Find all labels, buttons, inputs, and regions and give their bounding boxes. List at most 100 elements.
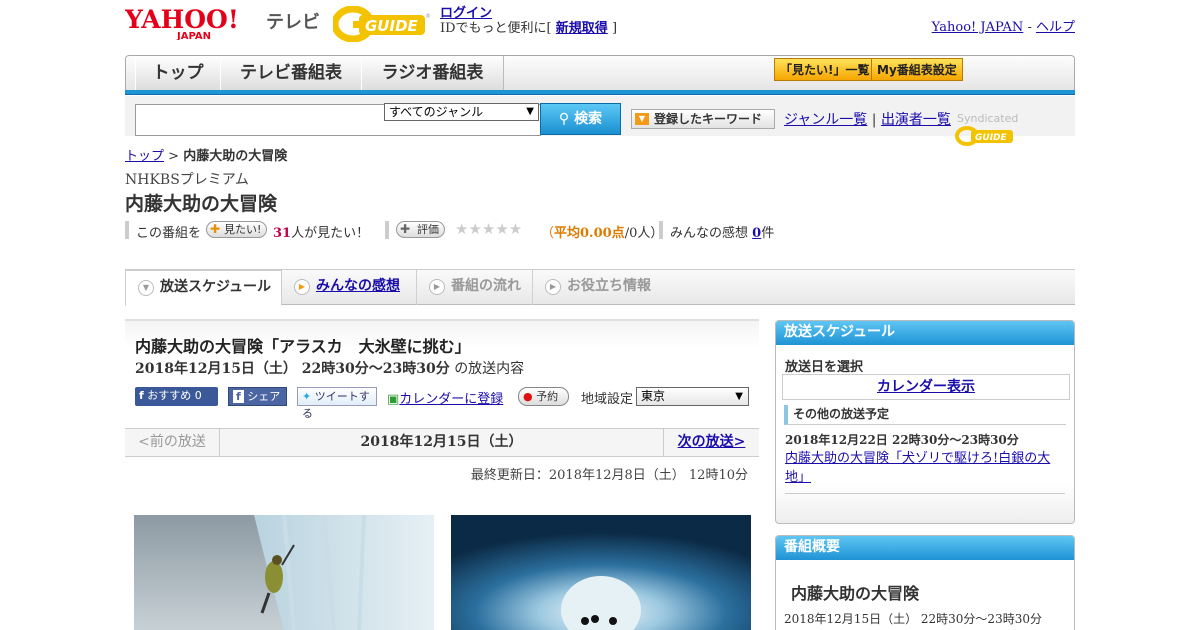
search-button-label: 検索 [574,111,603,127]
tweet-button[interactable]: ✦ ツイートする [297,387,377,420]
search-icon: ⚲ [558,111,570,127]
previous-broadcast: <前の放送 [125,429,220,456]
breadcrumb: トップ > 内藤大助の大冒険 [125,145,287,164]
rating-stars: ★★★★★ [455,220,523,238]
episode-photo-ice-cave[interactable] [451,515,751,630]
calendar-show-box: カレンダー表示 [782,374,1070,400]
program-stats: この番組を ✚ 見たい! 31人が見たい！ ✚ 評価 ★★★★★ （平均0.00点/… [125,220,825,241]
dropdown-triangle-icon: ▼ [635,113,649,125]
record-icon: ● [523,390,533,403]
dropdown-arrow-icon: ▼ [735,391,743,402]
select-date-label: 放送日を選択 [785,360,864,375]
login-note: IDでもっと便利に[ [440,21,552,36]
calendar-register[interactable]: ▣カレンダーに登録 [387,388,503,407]
calendar-register-link: カレンダーに登録 [399,392,504,407]
want-to-watch-button[interactable]: ✚ 見たい! [206,221,268,238]
sidebar-schedule-box: 放送スケジュール 放送日を選択 カレンダー表示 その他の放送予定 2018年12… [775,320,1075,524]
share-label: シェア [247,390,281,403]
other-broadcast-link[interactable]: 内藤大助の大冒険「犬ゾリで駆けろ!白銀の大地」 [785,451,1050,485]
average-score: 平均0.00点 [554,226,625,241]
episode-title: 内藤大助の大冒険「アラスカ 大氷壁に挑む」 [135,337,471,356]
plus-icon: ✚ [210,222,221,236]
social-actions: f おすすめ 0 f シェア ✦ ツイートする ▣カレンダーに登録 ● 予約 地… [135,387,755,420]
nav-tab-tv-schedule[interactable]: テレビ番組表 [220,56,362,91]
search-button[interactable]: ⚲ 検索 [540,103,621,135]
login-box: ログイン IDでもっと便利に[ 新規取得 ] [440,6,617,36]
reserve-button[interactable]: ● 予約 [518,387,569,406]
avg-open: （ [541,226,555,241]
facebook-icon: f [139,389,144,402]
login-note-end: ] [611,21,618,36]
nav-tab-radio-schedule[interactable]: ラジオ番組表 [361,56,504,91]
want-button-label: 見たい! [224,223,262,236]
facebook-icon: f [233,390,244,403]
impressions-suffix: 件 [761,226,775,241]
episode-datetime-suffix: の放送内容 [454,361,525,377]
tab-program-flow[interactable]: ▶ 番組の流れ [417,270,533,305]
last-updated: 最終更新日：2018年12月8日（土） 12時10分 [470,468,748,483]
breadcrumb-top-link[interactable]: トップ [125,149,164,164]
nav-tab-top[interactable]: トップ [135,56,221,91]
other-broadcast-item: 内藤大助の大冒険「犬ゾリで駆けろ!白銀の大地」 [785,449,1065,487]
episode-photo-ice-climbing[interactable] [134,515,434,630]
link-separator: | [871,112,877,128]
search-bar: すべてのジャンル ▼ ⚲ 検索 ▼ 登録したキーワード ジャンル一覧 | 出演者一覧… [125,96,1075,146]
nav-accent-strip [125,90,1075,95]
syndicated-gguide-logo: Syndicated GUIDE [955,112,1075,147]
impressions-label: みんなの感想 [670,226,749,241]
rate-button[interactable]: ✚ 評価 [396,221,445,238]
sidebar-schedule-title: 放送スケジュール [776,321,1074,345]
rating-count: /0人） [624,226,664,241]
tab-everyone-impressions[interactable]: ▶ みんなの感想 [282,270,417,305]
divider [385,221,389,239]
svg-text:GUIDE: GUIDE [365,17,419,35]
want-count: 31 [273,226,292,241]
chevron-right-icon: ▶ [429,279,445,295]
genre-list-link[interactable]: ジャンル一覧 [784,112,867,128]
yahoo-japan-logo[interactable]: YAHOO! JAPAN [124,5,261,42]
divider [785,493,1065,494]
svg-text:JAPAN: JAPAN [176,31,211,40]
yahoo-japan-link[interactable]: Yahoo! JAPAN [932,20,1024,35]
gguide-logo[interactable]: GUIDE ® [331,5,433,43]
dropdown-arrow-icon: ▼ [526,106,534,117]
registered-keyword-button[interactable]: ▼ 登録したキーワード [631,109,775,129]
overview-program-name: 内藤大助の大冒険 [791,584,920,603]
chevron-down-icon: ▼ [138,280,154,296]
tv-label: テレビ [266,12,320,33]
help-link[interactable]: ヘルプ [1036,20,1075,35]
impressions-count-link[interactable]: 0 [752,226,761,241]
calendar-icon: ▣ [387,392,400,407]
top-links: Yahoo! JAPAN - ヘルプ [932,16,1075,35]
page-title: 内藤大助の大冒険 [125,193,278,215]
divider [125,221,129,239]
rate-button-label: 評価 [417,223,439,236]
login-link[interactable]: ログイン [440,6,492,21]
want-list-button[interactable]: 「見たい!」一覧 [774,58,876,81]
breadcrumb-current: 内藤大助の大冒険 [183,149,288,164]
facebook-recommend-button[interactable]: f おすすめ 0 [135,387,218,406]
calendar-show-link[interactable]: カレンダー表示 [877,379,975,395]
region-select[interactable]: 東京 ▼ [636,387,749,406]
tab-broadcast-schedule[interactable]: ▼ 放送スケジュール [125,270,282,306]
want-suffix: 人が見たい！ [291,226,370,241]
keyword-button-label: 登録したキーワード [654,112,763,126]
tab-useful-info[interactable]: ▶ お役立ち情報 [533,270,663,305]
divider [659,221,663,239]
reserve-label: 予約 [536,390,559,403]
channel-name: NHKBSプレミアム [125,172,249,188]
sidebar-overview-title: 番組概要 [776,536,1074,560]
tab-label: お役立ち情報 [567,278,651,294]
next-broadcast-link[interactable]: 次の放送> [678,434,746,450]
episode-datetime: 2018年12月15日（土） 22時30分～23時30分 の放送内容 [135,358,524,378]
genre-select[interactable]: すべてのジャンル ▼ [384,103,539,121]
signup-link[interactable]: 新規取得 [556,21,608,36]
plus-icon: ✚ [400,222,411,236]
my-schedule-button[interactable]: My番組表設定 [871,58,963,81]
other-schedule-title: その他の放送予定 [784,405,1066,425]
content-tabs: ▼ 放送スケジュール ▶ みんなの感想 ▶ 番組の流れ ▶ お役立ち情報 [125,270,1075,306]
next-broadcast: 次の放送> [663,429,759,456]
region-label: 地域設定 [581,392,634,407]
cast-list-link[interactable]: 出演者一覧 [881,112,951,128]
facebook-share-button[interactable]: f シェア [228,387,287,406]
